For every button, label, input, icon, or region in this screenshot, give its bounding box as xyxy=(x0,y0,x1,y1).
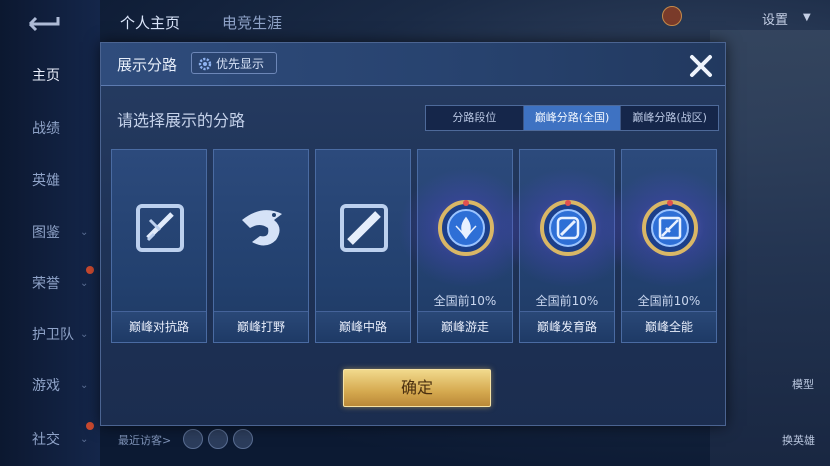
lane-select-prompt: 请选择展示的分路 xyxy=(117,111,246,130)
sidebar-item[interactable]: 主页 xyxy=(0,56,100,96)
priority-display-button[interactable]: 优先显示 xyxy=(191,52,277,74)
lane-card-label: 巅峰对抗路 xyxy=(112,311,206,342)
chevron-down-icon[interactable]: ⌄ xyxy=(80,227,88,238)
lane-card-label: 巅峰游走 xyxy=(418,311,512,342)
lane-card-jungle[interactable]: 巅峰打野 xyxy=(213,149,309,343)
model-button[interactable]: 模型 xyxy=(792,376,814,392)
chevron-down-icon[interactable]: ⌄ xyxy=(80,380,88,391)
lane-card-mid[interactable]: 巅峰中路 xyxy=(315,149,411,343)
notification-dot-icon xyxy=(86,266,94,274)
dialog-title: 展示分路 xyxy=(117,56,178,74)
chevron-down-icon[interactable]: ⌄ xyxy=(80,329,88,340)
sidebar-item-label: 社交 xyxy=(32,432,60,448)
visitor-avatar[interactable] xyxy=(233,429,253,449)
farm-lane-badge-icon xyxy=(540,200,596,256)
sidebar-item[interactable]: 战绩 xyxy=(0,109,100,149)
priority-display-label: 优先显示 xyxy=(216,57,265,71)
profile-badge-icon[interactable] xyxy=(662,6,682,26)
sidebar-item-label: 游戏 xyxy=(32,378,60,394)
lane-card-all-round[interactable]: 全国前10% 巅峰全能 xyxy=(602,149,738,343)
visitor-avatar[interactable] xyxy=(183,429,203,449)
lane-card-label: 巅峰发育路 xyxy=(520,311,614,342)
lane-cards: 巅峰对抗路 巅峰打野 巅峰中路 全国前10% 巅峰游走 全国前10% 巅峰发育路… xyxy=(111,149,738,345)
lane-display-dialog: 展示分路 优先显示 请选择展示的分路 分路段位 巅峰分路(全国) 巅峰分路(战区… xyxy=(100,42,738,426)
jungle-dragon-icon xyxy=(242,210,282,246)
lane-rank-text: 全国前10% xyxy=(637,294,701,308)
lane-rank-text: 全国前10% xyxy=(535,294,599,308)
lane-card-label: 巅峰全能 xyxy=(622,311,716,342)
gear-icon xyxy=(198,57,212,71)
segment-lane-rank[interactable]: 分路段位 xyxy=(426,106,524,130)
lane-card-farm[interactable]: 全国前10% 巅峰发育路 xyxy=(500,149,636,343)
segment-peak-national[interactable]: 巅峰分路(全国) xyxy=(523,106,622,130)
dialog-header: 展示分路 优先显示 xyxy=(101,43,725,86)
roam-badge-icon xyxy=(438,200,494,256)
top-tabs: 个人主页 电竞生涯 xyxy=(100,0,830,42)
sidebar-item-label: 荣誉 xyxy=(32,276,60,292)
sidebar: 主页战绩英雄图鉴 ⌄ 荣誉 ⌄ 护卫队 ⌄ 游戏 ⌄ 社交 ⌄ xyxy=(0,0,100,466)
back-arrow-icon[interactable] xyxy=(22,12,64,34)
sidebar-item-label: 战绩 xyxy=(32,121,60,137)
mid-lane-icon xyxy=(340,204,388,252)
chevron-down-icon[interactable]: ⌄ xyxy=(80,278,88,289)
tab-esports-career[interactable]: 电竞生涯 xyxy=(222,12,282,33)
close-icon[interactable] xyxy=(687,52,715,80)
recent-visitors-link[interactable]: 最近访客> xyxy=(118,432,171,448)
sidebar-item-label: 图鉴 xyxy=(32,225,60,241)
sidebar-item-label: 英雄 xyxy=(32,173,60,189)
chevron-down-icon[interactable]: ▼ xyxy=(803,12,811,23)
chevron-down-icon[interactable]: ⌄ xyxy=(80,434,88,445)
clash-lane-icon xyxy=(136,204,184,252)
lane-card-label: 巅峰中路 xyxy=(316,311,410,342)
sidebar-item[interactable]: 英雄 xyxy=(0,161,100,201)
all-round-badge-icon xyxy=(642,200,698,256)
lane-rank-text: 全国前10% xyxy=(433,294,497,308)
lane-source-segmented-control: 分路段位 巅峰分路(全国) 巅峰分路(战区) xyxy=(425,105,719,131)
visitor-avatar[interactable] xyxy=(208,429,228,449)
switch-hero-button[interactable]: 换英雄 xyxy=(782,432,815,448)
lane-card-label: 巅峰打野 xyxy=(214,311,308,342)
confirm-button[interactable]: 确定 xyxy=(343,369,491,407)
sidebar-item-label: 护卫队 xyxy=(32,327,74,343)
lane-card-roam[interactable]: 全国前10% 巅峰游走 xyxy=(398,149,534,343)
settings-button[interactable]: 设置 xyxy=(762,9,788,28)
lane-card-clash[interactable]: 巅峰对抗路 xyxy=(111,149,207,343)
tab-profile[interactable]: 个人主页 xyxy=(120,12,180,33)
notification-dot-icon xyxy=(86,422,94,430)
sidebar-item-label: 主页 xyxy=(32,68,60,84)
segment-peak-region[interactable]: 巅峰分路(战区) xyxy=(621,106,718,130)
